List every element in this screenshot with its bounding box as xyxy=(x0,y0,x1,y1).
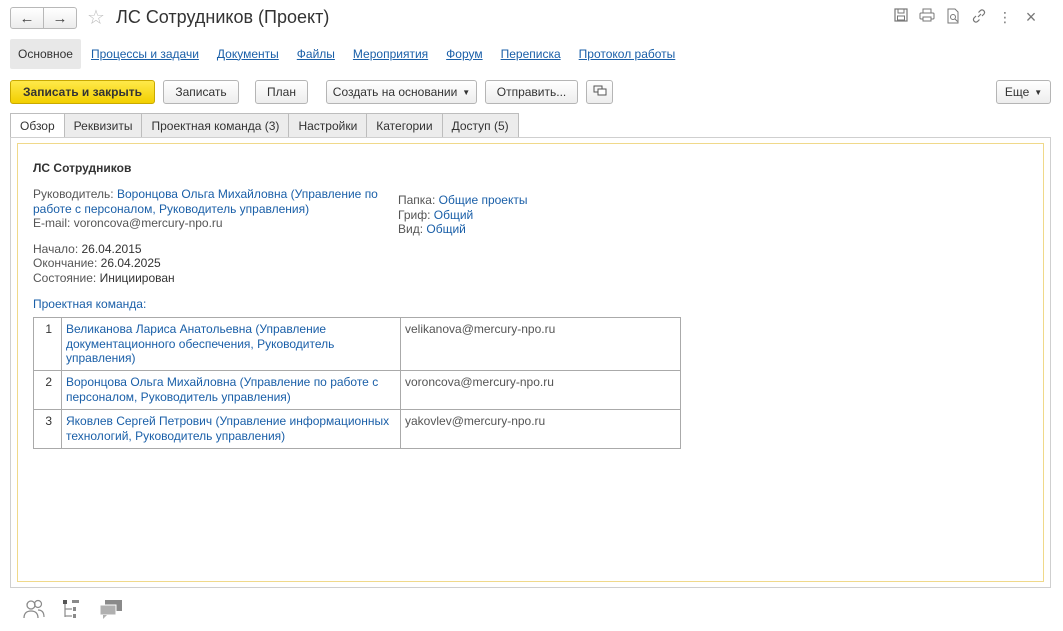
team-member-text: Воронцова Ольга Михайловна (Управление п… xyxy=(66,375,379,389)
tab-settings[interactable]: Настройки xyxy=(288,113,367,138)
close-icon[interactable]: × xyxy=(1023,8,1039,26)
discussion-icon[interactable] xyxy=(98,598,122,620)
row-number: 2 xyxy=(33,370,62,410)
command-bar: Записать и закрыть Записать План Создать… xyxy=(10,80,1051,104)
start-line: Начало: 26.04.2015 xyxy=(33,242,142,257)
state-line: Состояние: Инициирован xyxy=(33,271,175,286)
preview-icon[interactable] xyxy=(945,8,961,26)
end-line: Окончание: 26.04.2025 xyxy=(33,256,161,271)
forward-button[interactable]: → xyxy=(43,7,77,29)
back-button[interactable]: ← xyxy=(10,7,44,29)
table-row: 2 Воронцова Ольга Михайловна (Управление… xyxy=(33,370,681,410)
favorite-star-icon[interactable]: ☆ xyxy=(87,5,105,30)
save-button[interactable]: Записать xyxy=(163,80,239,104)
window-actions: ⋮ × xyxy=(893,8,1039,26)
state-label: Состояние: xyxy=(33,271,97,285)
team-member-link[interactable]: Яковлев Сергей Петрович (Управление инфо… xyxy=(61,409,401,449)
start-label: Начало: xyxy=(33,242,79,256)
email-line: E-mail: voroncova@mercury-npo.ru xyxy=(33,216,223,231)
section-files[interactable]: Файлы xyxy=(297,47,335,61)
team-member-email: yakovlev@mercury-npo.ru xyxy=(400,409,681,449)
manager-link[interactable]: Воронцова Ольга Михайловна (Управление п… xyxy=(117,187,378,201)
arrow-left-icon: ← xyxy=(19,9,35,27)
bottom-panel xyxy=(22,598,122,620)
section-nav: Основное Процессы и задачи Документы Фай… xyxy=(10,38,693,69)
more-actions-label: Еще xyxy=(1004,85,1030,99)
form-tabs: Обзор Реквизиты Проектная команда (3) На… xyxy=(10,113,519,138)
tab-attributes[interactable]: Реквизиты xyxy=(63,113,142,138)
more-icon[interactable]: ⋮ xyxy=(997,8,1013,26)
manager-line-1: Руководитель: Воронцова Ольга Михайловна… xyxy=(33,187,378,202)
manager-email: voroncova@mercury-npo.ru xyxy=(73,216,223,230)
end-label: Окончание: xyxy=(33,256,98,270)
section-correspondence[interactable]: Переписка xyxy=(501,47,561,61)
comments-icon xyxy=(593,85,607,100)
kind-line: Вид: Общий xyxy=(398,222,466,237)
end-date: 26.04.2025 xyxy=(100,256,161,270)
grif-label: Гриф: xyxy=(398,208,431,222)
print-icon[interactable] xyxy=(919,8,935,26)
email-label: E-mail: xyxy=(33,216,71,230)
tab-categories[interactable]: Категории xyxy=(366,113,442,138)
tab-access[interactable]: Доступ (5) xyxy=(441,113,519,138)
manager-line-2: работе с персоналом, Руководитель управл… xyxy=(33,202,309,217)
users-icon[interactable] xyxy=(22,598,46,620)
section-forum[interactable]: Форум xyxy=(446,47,482,61)
section-main[interactable]: Основное xyxy=(10,38,81,69)
team-member-link[interactable]: Воронцова Ольга Михайловна (Управление п… xyxy=(61,370,401,410)
kind-link[interactable]: Общий xyxy=(426,222,466,236)
tree-icon[interactable] xyxy=(60,598,84,620)
row-number: 1 xyxy=(33,317,62,371)
section-documents[interactable]: Документы xyxy=(217,47,279,61)
team-member-text: Яковлев Сергей Петрович (Управление инфо… xyxy=(66,414,390,428)
manager-link-continued[interactable]: работе с персоналом, Руководитель управл… xyxy=(33,202,309,216)
folder-link[interactable]: Общие проекты xyxy=(439,193,528,207)
table-row: 3 Яковлев Сергей Петрович (Управление ин… xyxy=(33,409,681,449)
dropdown-caret-icon: ▼ xyxy=(462,87,471,97)
section-events[interactable]: Мероприятия xyxy=(353,47,428,61)
kind-label: Вид: xyxy=(398,222,424,236)
project-team-table: 1 Великанова Лариса Анатольевна (Управле… xyxy=(33,317,681,449)
send-button[interactable]: Отправить... xyxy=(485,80,578,104)
start-date: 26.04.2015 xyxy=(81,242,142,256)
section-work-log[interactable]: Протокол работы xyxy=(579,47,676,61)
row-number: 3 xyxy=(33,409,62,449)
team-member-email: velikanova@mercury-npo.ru xyxy=(400,317,681,371)
team-member-link[interactable]: Великанова Лариса Анатольевна (Управлени… xyxy=(61,317,401,371)
state-value: Инициирован xyxy=(99,271,175,285)
team-member-text: документационного обеспечения, Руководит… xyxy=(66,336,335,351)
table-row: 1 Великанова Лариса Анатольевна (Управле… xyxy=(33,317,681,371)
grif-link[interactable]: Общий xyxy=(434,208,474,222)
discussion-button[interactable] xyxy=(586,80,613,104)
create-based-on-button[interactable]: Создать на основании ▼ xyxy=(326,80,477,104)
section-processes[interactable]: Процессы и задачи xyxy=(91,47,199,61)
team-member-text: Великанова Лариса Анатольевна (Управлени… xyxy=(66,322,327,336)
grif-line: Гриф: Общий xyxy=(398,208,473,223)
more-actions-button[interactable]: Еще ▼ xyxy=(996,80,1051,104)
team-member-text: управления) xyxy=(66,351,136,365)
dropdown-caret-icon: ▼ xyxy=(1034,87,1043,97)
tab-project-team[interactable]: Проектная команда (3) xyxy=(141,113,289,138)
team-heading: Проектная команда: xyxy=(33,297,147,311)
folder-label: Папка: xyxy=(398,193,436,207)
folder-line: Папка: Общие проекты xyxy=(398,193,528,208)
team-member-text: технологий, Руководитель управления) xyxy=(66,428,286,443)
arrow-right-icon: → xyxy=(52,9,68,27)
save-icon[interactable] xyxy=(893,8,909,26)
save-and-close-button[interactable]: Записать и закрыть xyxy=(10,80,155,104)
manager-label: Руководитель: xyxy=(33,187,114,201)
tab-overview[interactable]: Обзор xyxy=(10,113,64,138)
window-title: ЛС Сотрудников (Проект) xyxy=(116,7,330,27)
plan-button[interactable]: План xyxy=(255,80,308,104)
project-title: ЛС Сотрудников xyxy=(33,161,132,175)
link-icon[interactable] xyxy=(971,8,987,26)
title-bar: ← → ☆ ЛС Сотрудников (Проект) ⋮ × xyxy=(0,0,1063,36)
team-member-email: voroncova@mercury-npo.ru xyxy=(400,370,681,410)
create-based-on-label: Создать на основании xyxy=(332,85,458,99)
team-member-text: персоналом, Руководитель управления) xyxy=(66,389,291,404)
